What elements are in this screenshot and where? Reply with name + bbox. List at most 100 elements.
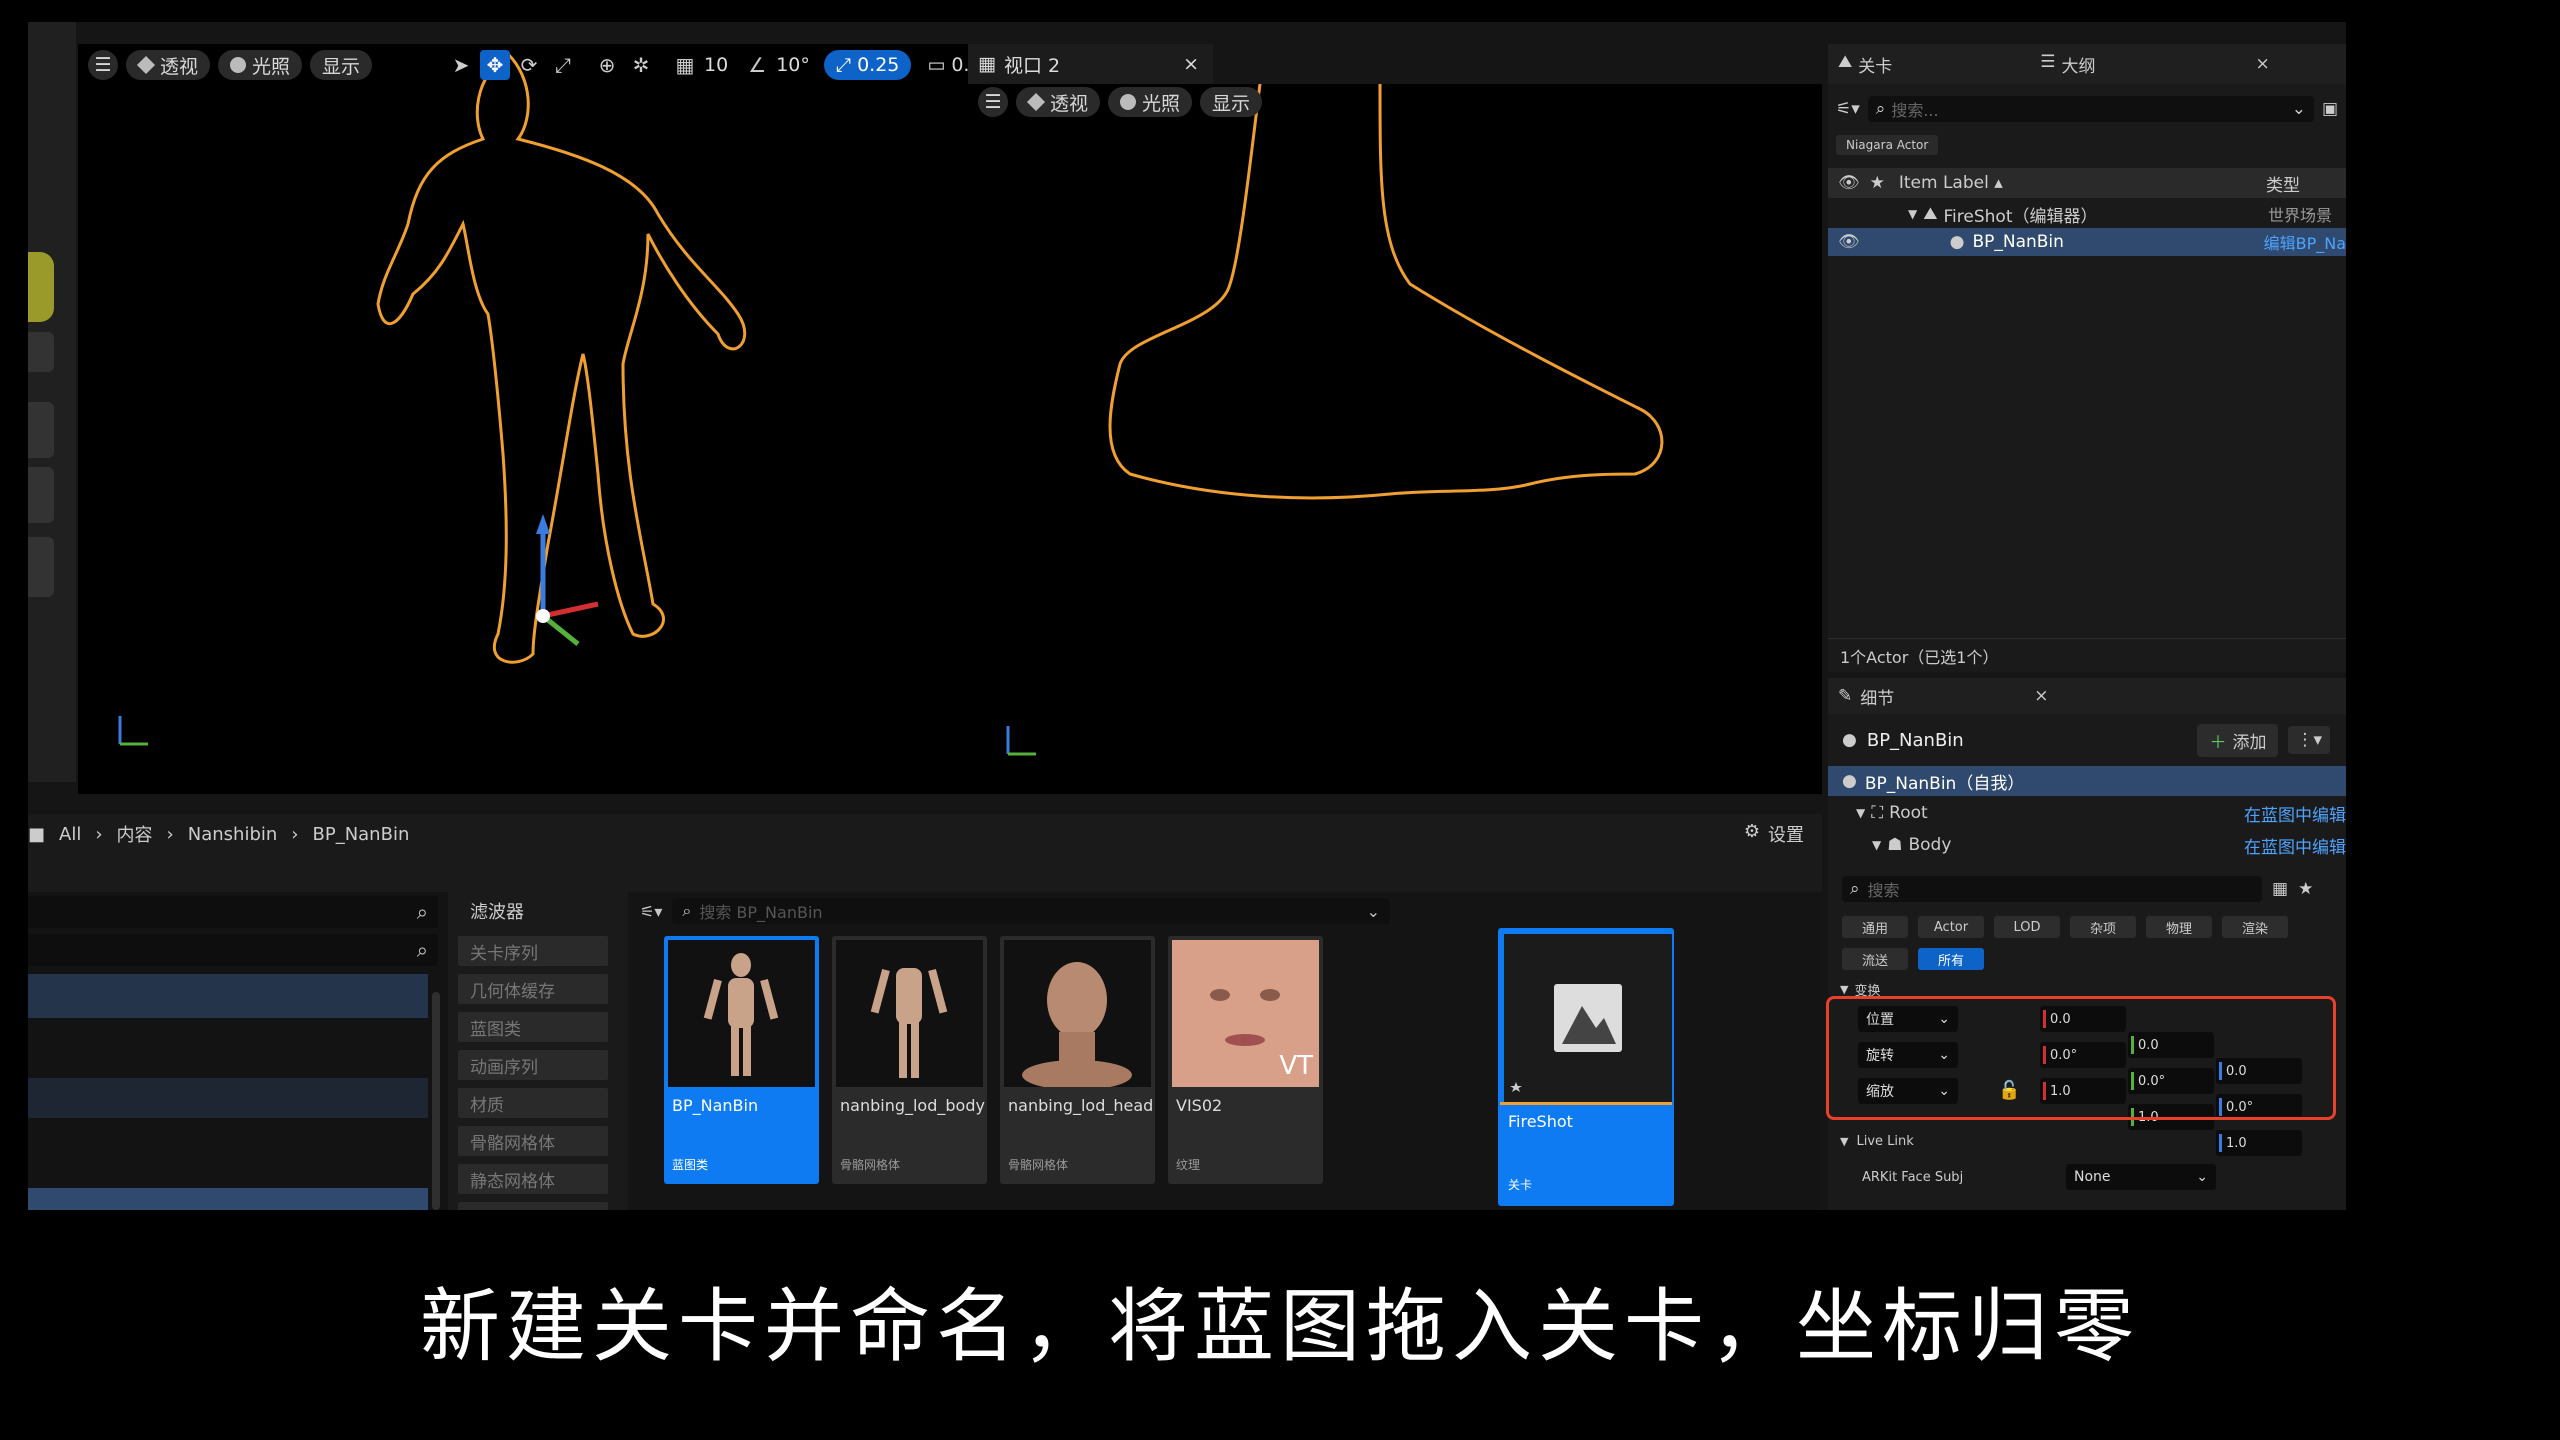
filter-material[interactable]: 材质 (458, 1088, 608, 1118)
outliner-search-input[interactable]: ⌕ 搜索... ⌄ (1867, 96, 2314, 122)
chevron-right-icon: › (95, 823, 103, 845)
move-tool-icon[interactable]: ✥ (480, 50, 510, 80)
mode-icon-4[interactable] (28, 467, 54, 523)
rotation-snap-icon[interactable]: ∠ (742, 50, 772, 80)
mode-icon-2[interactable] (28, 332, 54, 372)
viewport-1-toolbar: ☰ 透视 光照 显示 (88, 50, 373, 80)
tree-search-input-2[interactable]: ⌕ (28, 934, 438, 966)
asset-thumbnail (668, 940, 815, 1087)
asset-nanbing-lod-head[interactable]: nanbing_lod_head 骨骼网格体 (1000, 936, 1155, 1184)
livelink-section-header[interactable]: ▼ Live Link (1828, 1130, 2346, 1152)
scale-tool-icon[interactable]: ⤢ (548, 50, 578, 80)
chevron-right-icon: › (291, 823, 299, 845)
tree-item-selected[interactable] (28, 974, 428, 1018)
filter-tab-general[interactable]: 通用 (1842, 916, 1908, 938)
asset-divider (1500, 1102, 1672, 1105)
visibility-icon[interactable]: 👁 (1838, 232, 1860, 252)
perspective-button[interactable]: 透视 (126, 50, 211, 80)
outliner-row-world[interactable]: ▼ ⛰ FireShot（编辑器） 世界场景 (1828, 200, 2346, 228)
filter-tab-streaming[interactable]: 流送 (1842, 948, 1908, 970)
niagara-filter-chip[interactable]: Niagara Actor (1836, 135, 1939, 155)
details-panel: ✎ 细节 × ● BP_NanBin ＋添加 ⋮▾ ● BP_NanBin（自我… (1826, 678, 2346, 1210)
grid-snap-icon[interactable]: ▦ (670, 50, 700, 80)
filter-level[interactable]: 关卡 (458, 1202, 608, 1210)
favorite-icon[interactable]: ★ (1870, 173, 1885, 193)
component-row-self[interactable]: ● BP_NanBin（自我） (1828, 766, 2346, 796)
filter-blueprint[interactable]: 蓝图类 (458, 1012, 608, 1042)
component-row-body[interactable]: ▼ ☗ Body 在蓝图中编辑 (1828, 830, 2346, 860)
close-details-icon[interactable]: × (2034, 686, 2048, 706)
actor-icon: ● (1842, 730, 1857, 750)
arkit-row: ARKit Face Subj None ⌄ (1828, 1162, 2346, 1192)
component-row-root[interactable]: ▼ ⛶ Root 在蓝图中编辑 (1828, 798, 2346, 828)
expand-icon: ▼ (1840, 982, 1849, 996)
select-tool-icon[interactable]: ➤ (446, 50, 476, 80)
asset-search-row: ⚟▾ ⌕ 搜索 BP_NanBin ⌄ (640, 896, 1390, 926)
filter-tab-rendering[interactable]: 渲染 (2222, 916, 2288, 938)
viewport-2[interactable] (970, 84, 1822, 794)
scale-snap-button[interactable]: ⤢ 0.25 (823, 50, 912, 80)
details-search-input[interactable]: ⌕ 搜索 (1842, 876, 2262, 902)
filter-icon[interactable]: ⚟▾ (1836, 99, 1860, 119)
show-button[interactable]: 显示 (310, 50, 373, 80)
tree-scrollbar[interactable] (432, 992, 440, 1210)
viewport-2-menu-button[interactable]: ☰ (978, 87, 1008, 117)
tree-item[interactable] (28, 1078, 428, 1118)
mode-icon-5[interactable] (28, 537, 54, 597)
filter-static-mesh[interactable]: 静态网格体 (458, 1164, 608, 1194)
filter-tab-all[interactable]: 所有 (1918, 948, 1984, 970)
add-folder-icon[interactable]: ▣ (2322, 99, 2338, 119)
asset-search-input[interactable]: ⌕ 搜索 BP_NanBin ⌄ (672, 898, 1390, 924)
filter-geometry-cache[interactable]: 几何体缓存 (458, 974, 608, 1004)
lighting-button[interactable]: 光照 (218, 50, 303, 80)
outliner-search-row: ⚟▾ ⌕ 搜索... ⌄ ▣ (1828, 92, 2346, 126)
grid-snap-value[interactable]: 10 (704, 54, 728, 76)
close-outline-icon[interactable]: × (2256, 54, 2270, 74)
filter-skeletal-mesh[interactable]: 骨骼网格体 (458, 1126, 608, 1156)
camera-icon: ▭ (927, 54, 946, 76)
favorite-icon[interactable]: ★ (2298, 879, 2313, 899)
rotate-tool-icon[interactable]: ⟳ (514, 50, 544, 80)
visibility-icon[interactable]: 👁 (1838, 173, 1860, 193)
col-item-label[interactable]: Item Label ▴ (1899, 173, 2003, 193)
expand-icon[interactable]: ▼ (1856, 806, 1865, 820)
expand-icon[interactable]: ▼ (1908, 207, 1917, 221)
filter-tab-lod[interactable]: LOD (1994, 916, 2060, 938)
surface-snap-icon[interactable]: ✲ (626, 50, 656, 80)
asset-nanbing-lod-body[interactable]: nanbing_lod_body 骨骼网格体 (832, 936, 987, 1184)
filter-level-sequence[interactable]: 关卡序列 (458, 936, 608, 966)
col-type[interactable]: 类型 (2266, 171, 2300, 196)
blueprint-options-icon[interactable]: ⋮▾ (2288, 726, 2330, 754)
viewport-2-lighting-button[interactable]: 光照 (1108, 87, 1193, 117)
viewport-2-tab[interactable]: ▦ 视口 2 × (968, 44, 1213, 84)
tab-level[interactable]: ⛰ 关卡 (1838, 52, 1892, 77)
virtual-texture-badge: VT (1279, 1051, 1313, 1081)
table-view-icon[interactable]: ▦ (2272, 879, 2288, 899)
rotation-snap-value[interactable]: 10° (776, 54, 810, 76)
asset-bp-nanbin[interactable]: BP_NanBin 蓝图类 (664, 936, 819, 1184)
tree-search-input-1[interactable]: ⌕ (28, 896, 438, 928)
outliner-row-bp-nanbin[interactable]: 👁 ● BP_NanBin 编辑BP_Na (1828, 228, 2346, 256)
asset-vis02[interactable]: VT VIS02 纹理 (1168, 936, 1323, 1184)
viewport-menu-button[interactable]: ☰ (88, 50, 118, 80)
viewport-2-perspective-button[interactable]: 透视 (1016, 87, 1101, 117)
expand-icon[interactable]: ▼ (1872, 838, 1881, 852)
filter-anim-sequence[interactable]: 动画序列 (458, 1050, 608, 1080)
settings-button[interactable]: ⚙ 设置 (1744, 821, 1804, 847)
viewport-1[interactable] (78, 44, 992, 794)
close-icon[interactable]: × (1183, 53, 1199, 75)
filter-tab-physics[interactable]: 物理 (2146, 916, 2212, 938)
add-component-button[interactable]: ＋添加 (2197, 723, 2279, 757)
world-space-icon[interactable]: ⊕ (592, 50, 622, 80)
mode-icon-3[interactable] (28, 402, 54, 458)
folder-tree: ⌕ ⌕ (28, 892, 448, 1210)
mode-icon-1[interactable] (28, 252, 54, 322)
viewport-2-show-button[interactable]: 显示 (1200, 87, 1263, 117)
asset-fireshot-level[interactable]: FireShot 关卡 (1498, 928, 1674, 1206)
arkit-subject-dropdown[interactable]: None ⌄ (2066, 1164, 2216, 1190)
filter-tab-actor[interactable]: Actor (1918, 916, 1984, 938)
tree-item-highlight[interactable] (28, 1188, 428, 1210)
filter-tab-misc[interactable]: 杂项 (2070, 916, 2136, 938)
filter-icon[interactable]: ⚟▾ (640, 902, 662, 921)
tab-outline[interactable]: ☰ 大纲 (2040, 52, 2095, 77)
